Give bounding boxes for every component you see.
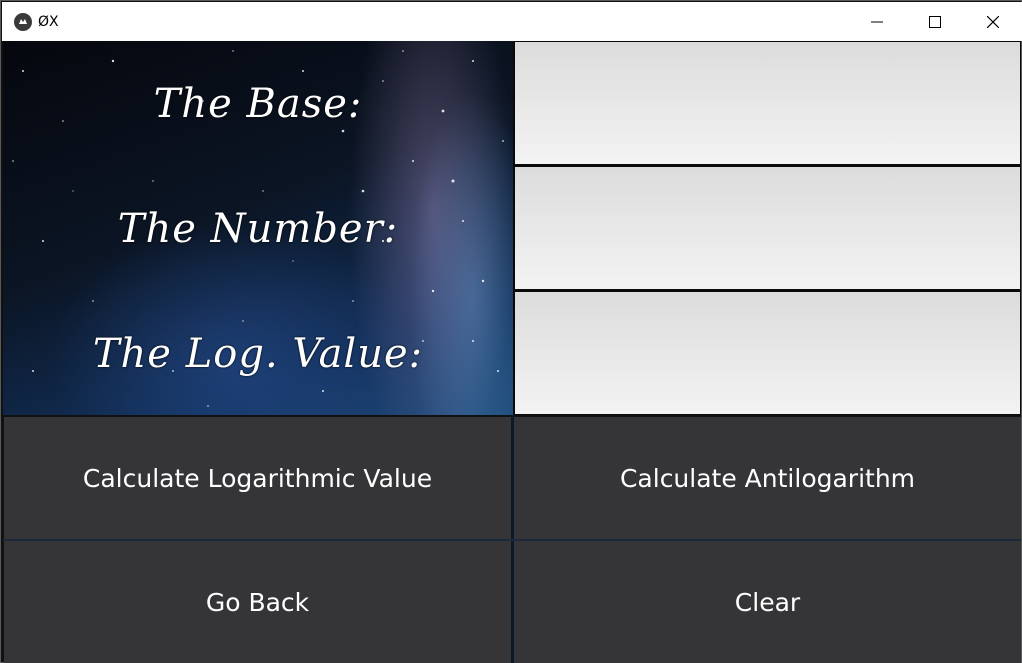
log-value-input[interactable] (515, 292, 1020, 414)
input-panel (513, 41, 1021, 415)
window-title: ØX (38, 13, 59, 30)
calculate-log-button[interactable]: Calculate Logarithmic Value (4, 417, 511, 539)
content-area: The Base: The Number: The Log. Value: Ca… (3, 41, 1021, 663)
window-controls (848, 2, 1022, 41)
close-icon (987, 15, 999, 28)
minimize-icon (871, 21, 883, 22)
number-label: The Number: (117, 206, 399, 252)
base-input[interactable] (515, 42, 1020, 164)
maximize-button[interactable] (906, 2, 964, 41)
app-window: ØX The Base: The Number: The Log. Value:… (0, 0, 1022, 663)
go-back-button[interactable]: Go Back (4, 541, 511, 663)
title-bar[interactable]: ØX (2, 2, 1022, 41)
minimize-button[interactable] (848, 2, 906, 41)
clear-button[interactable]: Clear (514, 541, 1021, 663)
number-input[interactable] (515, 167, 1020, 289)
galaxy-background-image: The Base: The Number: The Log. Value: (3, 41, 513, 415)
close-button[interactable] (964, 2, 1022, 41)
base-label: The Base: (153, 81, 363, 127)
log-value-label: The Log. Value: (92, 331, 424, 377)
app-logo-icon (14, 12, 32, 31)
maximize-icon (929, 15, 941, 28)
calculate-antilog-button[interactable]: Calculate Antilogarithm (514, 417, 1021, 539)
